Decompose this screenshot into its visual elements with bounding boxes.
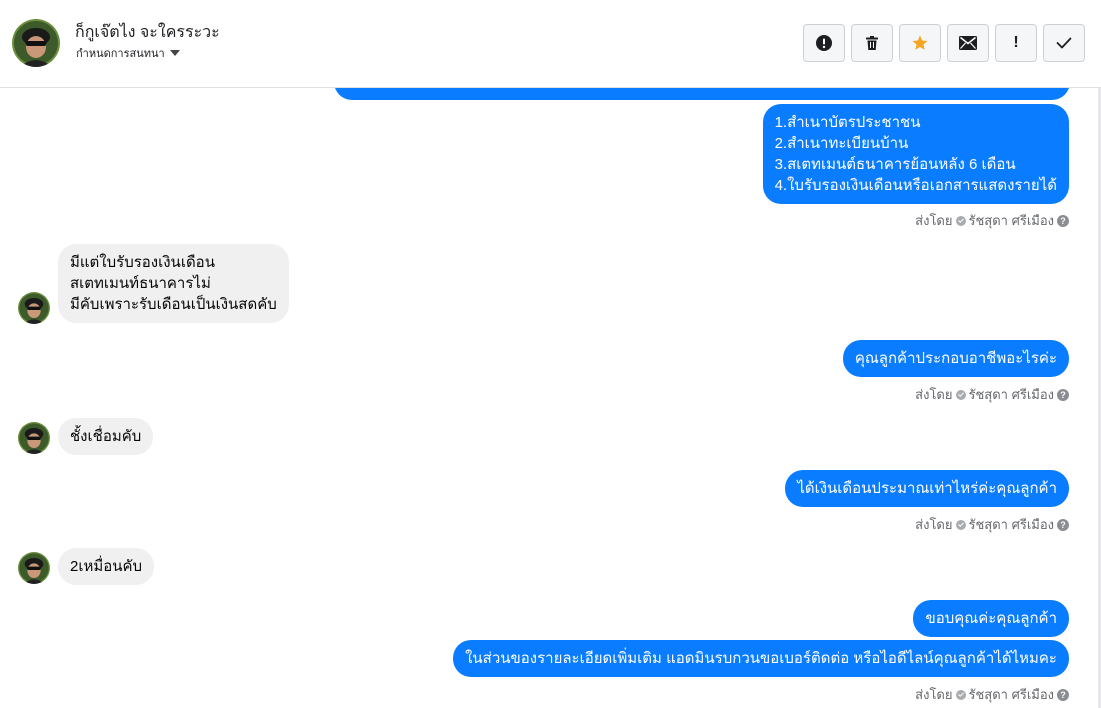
exclamation-icon: ! (1013, 34, 1019, 51)
sent-by-prefix: ส่งโดย (915, 517, 953, 532)
sent-by-prefix: ส่งโดย (915, 687, 953, 702)
conversation-header: ก็กูเจ๊ตไง จะใครระวะ กำหนดการสนทนา ! (0, 0, 1101, 88)
sent-by-label: ส่งโดย รัชสุดา ศรีเมือง ? (915, 210, 1069, 231)
message-bubble-outgoing: ในส่วนของรายละเอียดเพิ่มเติม แอดมินรบกวน… (453, 640, 1069, 677)
messenger-conversation: ก็กูเจ๊ตไง จะใครระวะ กำหนดการสนทนา ! 1.ส… (0, 0, 1101, 708)
message-line: ขอบคุณค่ะคุณลูกค้า (925, 610, 1057, 627)
question-icon[interactable]: ? (1057, 214, 1069, 227)
message-bubble-outgoing: ขอบคุณค่ะคุณลูกค้า (913, 600, 1069, 637)
checkmark-icon (955, 519, 966, 530)
sent-by-label: ส่งโดย รัชสุดา ศรีเมือง ? (915, 384, 1069, 405)
message-bubble-incoming: ชั้งเชื่อมคับ (58, 418, 154, 455)
question-icon[interactable]: ? (1057, 518, 1069, 531)
message-line: มีแต่ใบรับรองเงินเดือน (70, 254, 215, 271)
agent-name[interactable]: รัชสุดา ศรีเมือง (969, 514, 1055, 535)
delete-button[interactable] (851, 24, 893, 62)
sent-by-label: ส่งโดย รัชสุดา ศรีเมือง ? (915, 684, 1069, 705)
follow-up-button[interactable]: ! (995, 24, 1037, 62)
contact-avatar[interactable] (12, 19, 60, 67)
message-line: ได้เงินเดือนประมาณเท่าไหร่ค่ะคุณลูกค้า (797, 480, 1057, 497)
message-line: มีคับเพราะรับเดือนเป็นเงินสดคับ (70, 296, 277, 313)
alert-circle-icon (816, 35, 832, 51)
conversation-toolbar: ! (803, 24, 1085, 62)
message-line: 4.ใบรับรองเงินเดือนหรือเอกสารแสดงรายได้ (774, 177, 1057, 194)
contact-name[interactable]: ก็กูเจ๊ตไง จะใครระวะ (75, 20, 220, 45)
message-bubble-incoming: มีแต่ใบรับรองเงินเดือน สเตทเมนท์ธนาคารไม… (58, 244, 289, 323)
message-line: ในส่วนของรายละเอียดเพิ่มเติม แอดมินรบกวน… (465, 650, 1057, 667)
contact-avatar-small[interactable] (18, 552, 50, 584)
message-bubble-outgoing: ได้เงินเดือนประมาณเท่าไหร่ค่ะคุณลูกค้า (785, 470, 1069, 507)
message-bubble-outgoing: 1.สำเนาบัตรประชาชน 2.สำเนาทะเบียนบ้าน 3.… (762, 104, 1069, 204)
question-icon[interactable]: ? (1057, 688, 1069, 701)
star-button[interactable] (899, 24, 941, 62)
assign-conversation-dropdown[interactable]: กำหนดการสนทนา (76, 44, 180, 62)
agent-name[interactable]: รัชสุดา ศรีเมือง (969, 384, 1055, 405)
message-line: คุณลูกค้าประกอบอาชีพอะไรค่ะ (854, 350, 1057, 367)
message-bubble-outgoing: คุณลูกค้าประกอบอาชีพอะไรค่ะ (842, 340, 1069, 377)
envelope-icon (959, 36, 977, 50)
star-icon (912, 35, 928, 50)
checkmark-icon (1056, 37, 1072, 49)
message-line: 3.สเตทเมนต์ธนาคารย้อนหลัง 6 เดือน (774, 156, 1016, 173)
sent-by-prefix: ส่งโดย (915, 213, 953, 228)
question-icon[interactable]: ? (1057, 388, 1069, 401)
message-line: สเตทเมนท์ธนาคารไม่ (70, 275, 211, 292)
contact-avatar-small[interactable] (18, 292, 50, 324)
message-line: 2เหมื่อนคับ (70, 558, 143, 575)
message-bubble-outgoing (334, 88, 1070, 100)
message-bubble-incoming: 2เหมื่อนคับ (58, 548, 155, 585)
mark-unread-button[interactable] (947, 24, 989, 62)
trash-icon (866, 36, 878, 50)
caret-down-icon (169, 50, 180, 56)
checkmark-icon (955, 689, 966, 700)
mark-done-button[interactable] (1043, 24, 1085, 62)
mark-spam-button[interactable] (803, 24, 845, 62)
message-line: 1.สำเนาบัตรประชาชน (774, 114, 921, 131)
message-line: 2.สำเนาทะเบียนบ้าน (774, 135, 909, 152)
agent-name[interactable]: รัชสุดา ศรีเมือง (969, 684, 1055, 705)
assign-label: กำหนดการสนทนา (76, 48, 165, 60)
contact-avatar-small[interactable] (18, 422, 50, 454)
checkmark-icon (955, 215, 966, 226)
checkmark-icon (955, 389, 966, 400)
message-line: ชั้งเชื่อมคับ (70, 428, 142, 445)
sent-by-prefix: ส่งโดย (915, 387, 953, 402)
sent-by-label: ส่งโดย รัชสุดา ศรีเมือง ? (915, 514, 1069, 535)
agent-name[interactable]: รัชสุดา ศรีเมือง (969, 210, 1055, 231)
